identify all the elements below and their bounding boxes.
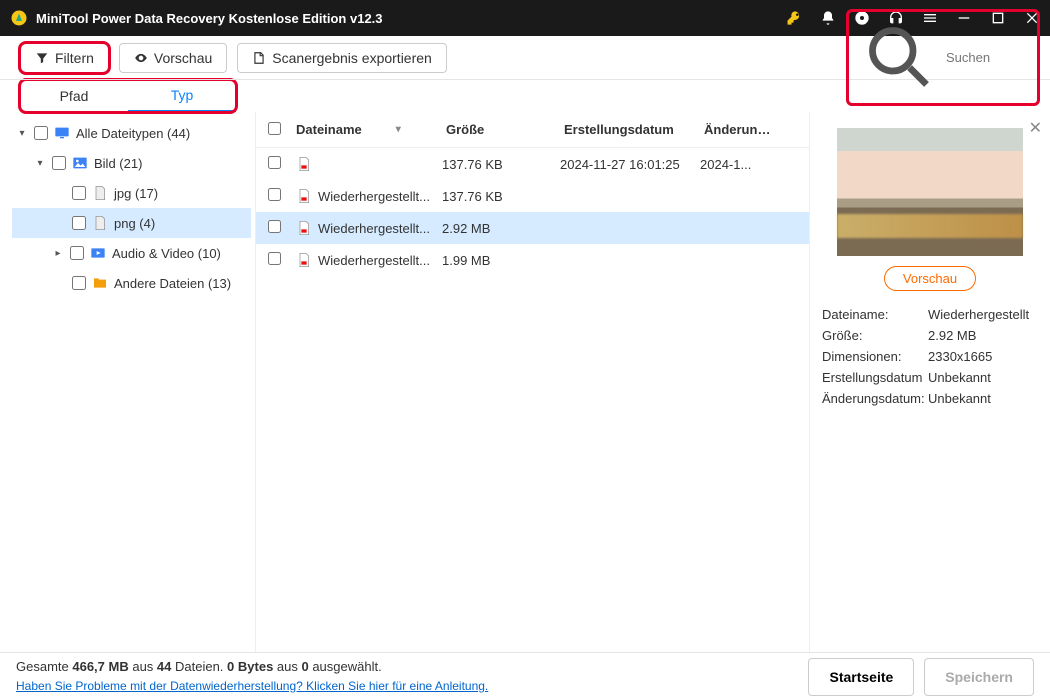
checkbox[interactable] xyxy=(34,126,48,140)
sidebar-tree: ▾ Alle Dateitypen (44) ▾ Bild (21) jpg (… xyxy=(0,112,256,652)
tree-label: Andere Dateien (13) xyxy=(114,276,231,291)
meta-label: Dateiname: xyxy=(822,307,928,322)
search-box[interactable] xyxy=(848,11,1038,104)
checkbox[interactable] xyxy=(52,156,66,170)
table-header: Dateiname▾ Größe Erstellungsdatum Änderu… xyxy=(256,112,809,148)
col-name[interactable]: Dateiname▾ xyxy=(296,122,446,137)
checkbox[interactable] xyxy=(268,252,281,265)
sort-icon: ▾ xyxy=(396,124,401,135)
help-link[interactable]: Haben Sie Probleme mit der Datenwiederhe… xyxy=(16,679,488,693)
tree-av[interactable]: ▸ Audio & Video (10) xyxy=(12,238,251,268)
cell-created: 2024-11-27 16:01:25 xyxy=(560,157,700,172)
footer-info: Gesamte 466,7 MB aus 44 Dateien. 0 Bytes… xyxy=(16,658,798,694)
detail-panel: ✕ Vorschau Dateiname:Wiederhergestellt G… xyxy=(810,112,1050,652)
tab-type[interactable]: Typ xyxy=(128,80,236,112)
tree-label: jpg (17) xyxy=(114,186,158,201)
cell-name: Wiederhergestellt... xyxy=(318,253,442,268)
meta-value: 2.92 MB xyxy=(928,328,976,343)
cell-size: 137.76 KB xyxy=(442,189,560,204)
meta-label: Erstellungsdatum xyxy=(822,370,928,385)
meta-value: Wiederhergestellt xyxy=(928,307,1029,322)
checkbox[interactable] xyxy=(70,246,84,260)
file-icon xyxy=(296,188,312,204)
search-icon xyxy=(859,17,940,98)
video-icon xyxy=(90,245,106,261)
tree-label: Alle Dateitypen (44) xyxy=(76,126,190,141)
search-input[interactable] xyxy=(946,50,1027,65)
key-icon[interactable] xyxy=(786,10,802,26)
window-title: MiniTool Power Data Recovery Kostenlose … xyxy=(36,11,786,26)
chevron-down-icon[interactable]: ▾ xyxy=(34,158,46,169)
cell-size: 137.76 KB xyxy=(442,157,560,172)
footer: Gesamte 466,7 MB aus 44 Dateien. 0 Bytes… xyxy=(0,652,1050,700)
file-icon xyxy=(296,156,312,172)
monitor-icon xyxy=(54,125,70,141)
cell-modified: 2024-1... xyxy=(700,157,770,172)
chevron-down-icon[interactable]: ▾ xyxy=(16,128,28,139)
tree-all[interactable]: ▾ Alle Dateitypen (44) xyxy=(12,118,251,148)
meta-value: 2330x1665 xyxy=(928,349,992,364)
app-logo-icon xyxy=(10,9,28,27)
cell-name: Wiederhergestellt... xyxy=(318,189,442,204)
col-created[interactable]: Erstellungsdatum xyxy=(564,122,704,137)
results-table: Dateiname▾ Größe Erstellungsdatum Änderu… xyxy=(256,112,810,652)
tree-other[interactable]: Andere Dateien (13) xyxy=(12,268,251,298)
save-button[interactable]: Speichern xyxy=(924,658,1034,696)
eye-icon xyxy=(134,51,148,65)
checkbox[interactable] xyxy=(268,156,281,169)
file-icon xyxy=(296,220,312,236)
table-row[interactable]: Wiederhergestellt...1.99 MB xyxy=(256,244,809,276)
close-icon[interactable]: ✕ xyxy=(1029,118,1042,138)
main-area: ▾ Alle Dateitypen (44) ▾ Bild (21) jpg (… xyxy=(0,112,1050,652)
export-label: Scanergebnis exportieren xyxy=(272,50,432,66)
tree-jpg[interactable]: jpg (17) xyxy=(12,178,251,208)
tree-label: Bild (21) xyxy=(94,156,142,171)
image-icon xyxy=(72,155,88,171)
meta-label: Größe: xyxy=(822,328,928,343)
checkbox[interactable] xyxy=(268,188,281,201)
filter-button[interactable]: Filtern xyxy=(20,43,109,73)
cell-name: Wiederhergestellt... xyxy=(318,221,442,236)
file-icon xyxy=(296,252,312,268)
table-row[interactable]: 137.76 KB2024-11-27 16:01:252024-1... xyxy=(256,148,809,180)
bell-icon[interactable] xyxy=(820,10,836,26)
filter-label: Filtern xyxy=(55,50,94,66)
export-icon xyxy=(252,51,266,65)
col-size[interactable]: Größe xyxy=(446,122,564,137)
toolbar: Filtern Vorschau Scanergebnis exportiere… xyxy=(0,36,1050,80)
preview-label: Vorschau xyxy=(154,50,212,66)
tree-label: png (4) xyxy=(114,216,155,231)
table-row[interactable]: Wiederhergestellt...137.76 KB xyxy=(256,180,809,212)
col-modified[interactable]: Änderungsd xyxy=(704,122,774,137)
meta-label: Dimensionen: xyxy=(822,349,928,364)
meta-label: Änderungsdatum: xyxy=(822,391,928,406)
preview-button[interactable]: Vorschau xyxy=(119,43,227,73)
tab-path[interactable]: Pfad xyxy=(20,80,128,112)
table-row[interactable]: Wiederhergestellt...2.92 MB xyxy=(256,212,809,244)
checkbox[interactable] xyxy=(72,216,86,230)
meta-value: Unbekannt xyxy=(928,370,991,385)
meta-value: Unbekannt xyxy=(928,391,991,406)
file-icon xyxy=(92,215,108,231)
checkbox-all[interactable] xyxy=(268,122,281,135)
file-icon xyxy=(92,185,108,201)
folder-icon xyxy=(92,275,108,291)
tree-image[interactable]: ▾ Bild (21) xyxy=(12,148,251,178)
funnel-icon xyxy=(35,51,49,65)
export-button[interactable]: Scanergebnis exportieren xyxy=(237,43,447,73)
home-button[interactable]: Startseite xyxy=(808,658,914,696)
checkbox[interactable] xyxy=(72,276,86,290)
chevron-right-icon[interactable]: ▸ xyxy=(52,248,64,259)
cell-size: 2.92 MB xyxy=(442,221,560,236)
preview-thumbnail xyxy=(837,128,1023,256)
preview-button[interactable]: Vorschau xyxy=(884,266,976,291)
tree-tabs: Pfad Typ xyxy=(20,80,236,112)
checkbox[interactable] xyxy=(72,186,86,200)
cell-size: 1.99 MB xyxy=(442,253,560,268)
checkbox[interactable] xyxy=(268,220,281,233)
tree-label: Audio & Video (10) xyxy=(112,246,221,261)
tree-png[interactable]: png (4) xyxy=(12,208,251,238)
